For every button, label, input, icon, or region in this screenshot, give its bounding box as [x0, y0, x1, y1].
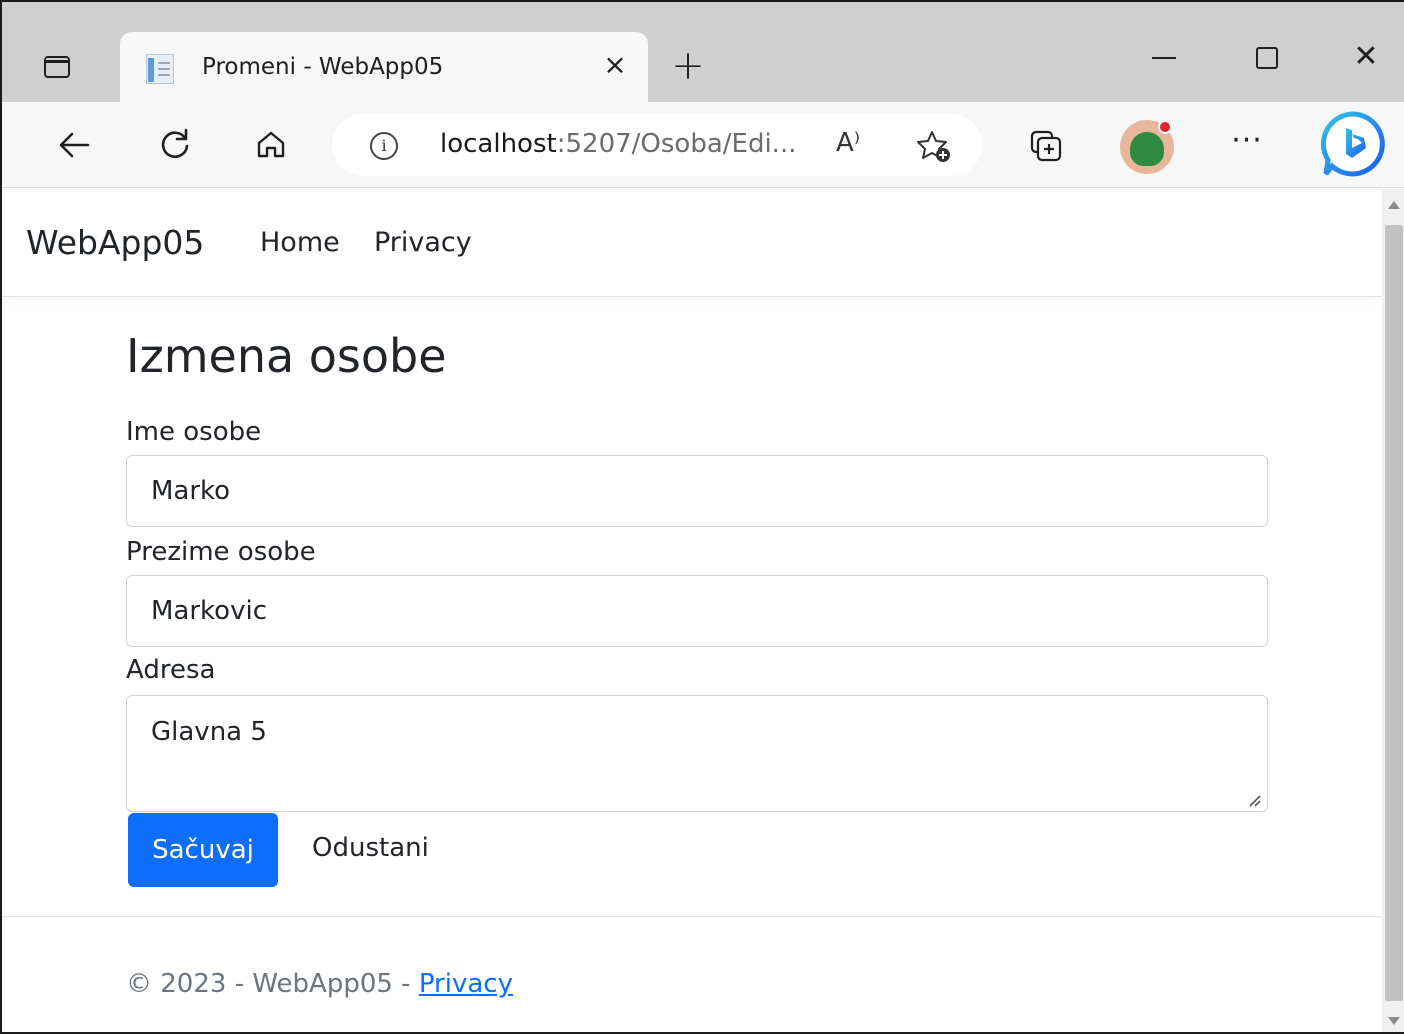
tab-title: Promeni - WebApp05 — [202, 54, 444, 80]
page-viewport: WebApp05 Home Privacy Izmena osobe Ime o… — [2, 189, 1382, 1032]
url-host: localhost — [440, 129, 557, 159]
active-tab[interactable]: Promeni - WebApp05 × — [120, 32, 648, 104]
close-icon[interactable]: × — [598, 48, 632, 82]
nav-link-home[interactable]: Home — [260, 227, 340, 258]
first-name-label: Ime osobe — [126, 417, 262, 447]
url-path: :5207/Osoba/Edi... — [556, 129, 797, 159]
first-name-input[interactable]: Marko — [126, 455, 1268, 527]
cancel-link[interactable]: Odustani — [312, 833, 429, 863]
browser-toolbar: i localhost:5207/Osoba/Edi... A⁾ ··· — [2, 102, 1404, 188]
scroll-down-icon[interactable] — [1388, 1017, 1400, 1025]
last-name-label: Prezime osobe — [126, 537, 316, 567]
vertical-scrollbar[interactable] — [1382, 189, 1404, 1032]
bing-icon[interactable] — [1318, 108, 1390, 180]
url-text[interactable]: localhost:5207/Osoba/Edi... — [440, 129, 796, 159]
address-value: Glavna 5 — [151, 717, 267, 747]
sidebar-toggle-icon[interactable] — [40, 50, 74, 84]
nav-link-privacy[interactable]: Privacy — [374, 227, 472, 258]
last-name-input[interactable]: Markovic — [126, 575, 1268, 647]
back-arrow-icon[interactable] — [52, 122, 98, 168]
collections-icon[interactable] — [1024, 124, 1068, 168]
scroll-up-icon[interactable] — [1388, 201, 1400, 209]
tab-strip: Promeni - WebApp05 × + ✕ — [2, 2, 1404, 104]
navbar-brand[interactable]: WebApp05 — [26, 223, 204, 262]
window-close-icon[interactable]: ✕ — [1340, 32, 1392, 82]
more-icon[interactable]: ··· — [1224, 124, 1270, 170]
info-icon[interactable]: i — [370, 132, 398, 160]
maximize-icon[interactable] — [1240, 32, 1292, 82]
refresh-icon[interactable] — [152, 122, 198, 168]
home-icon[interactable] — [248, 122, 294, 168]
footer-privacy-link[interactable]: Privacy — [419, 969, 513, 999]
page-favicon — [146, 54, 180, 84]
footer-copyright: © 2023 - WebApp05 - — [126, 969, 419, 999]
site-navbar: WebApp05 Home Privacy — [2, 189, 1382, 297]
address-label: Adresa — [126, 655, 216, 685]
profile-avatar[interactable] — [1120, 120, 1174, 174]
add-favorite-icon[interactable] — [912, 124, 956, 168]
resize-grip-icon[interactable] — [1247, 793, 1261, 807]
minimize-icon[interactable] — [1138, 32, 1190, 82]
read-aloud-icon[interactable]: A⁾ — [836, 128, 860, 158]
address-textarea[interactable]: Glavna 5 — [126, 695, 1268, 812]
footer-text: © 2023 - WebApp05 - Privacy — [126, 969, 513, 999]
browser-window: Promeni - WebApp05 × + ✕ i localhost:520… — [0, 0, 1404, 1034]
page-title: Izmena osobe — [126, 329, 447, 383]
plus-icon[interactable]: + — [666, 44, 710, 88]
site-footer: © 2023 - WebApp05 - Privacy — [2, 916, 1382, 1032]
save-button[interactable]: Sačuvaj — [128, 813, 278, 887]
scroll-thumb[interactable] — [1385, 225, 1403, 1001]
address-bar[interactable]: i localhost:5207/Osoba/Edi... A⁾ — [332, 114, 982, 176]
